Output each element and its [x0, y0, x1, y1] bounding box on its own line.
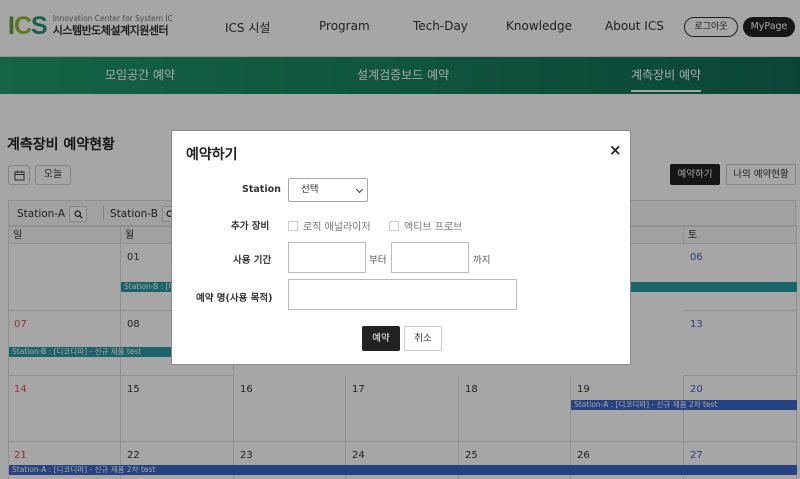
submit-reservation-button[interactable]: 예약 — [362, 326, 400, 351]
to-suffix: 까지 — [473, 255, 491, 266]
logic-analyzer-label: 로직 애널라이저 — [303, 222, 371, 233]
station-label: Station — [242, 184, 281, 195]
equipment-label: 추가 장비 — [231, 221, 270, 232]
logic-analyzer-checkbox[interactable]: 로직 애널라이저 — [288, 218, 371, 233]
purpose-input[interactable] — [288, 279, 517, 310]
active-probe-label: 액티브 프로브 — [404, 222, 463, 233]
chevron-down-icon — [355, 185, 364, 194]
end-date-input[interactable] — [391, 242, 469, 273]
modal-title: 예약하기 — [186, 147, 238, 163]
checkbox-box — [389, 220, 399, 231]
checkbox-box — [288, 220, 298, 231]
active-probe-checkbox[interactable]: 액티브 프로브 — [389, 218, 462, 233]
station-select-value: 선택 — [301, 184, 319, 195]
cancel-button[interactable]: 취소 — [404, 326, 442, 351]
start-date-input[interactable] — [288, 242, 366, 273]
purpose-label: 예약 명(사용 목적) — [196, 293, 273, 304]
from-suffix: 부터 — [369, 255, 387, 266]
close-icon[interactable]: × — [609, 141, 622, 159]
station-select[interactable]: 선택 — [288, 178, 368, 202]
period-label: 사용 기간 — [233, 255, 272, 266]
reservation-modal: 예약하기 × Station 선택 추가 장비 로직 애널라이저 액티브 프로브… — [171, 130, 631, 365]
